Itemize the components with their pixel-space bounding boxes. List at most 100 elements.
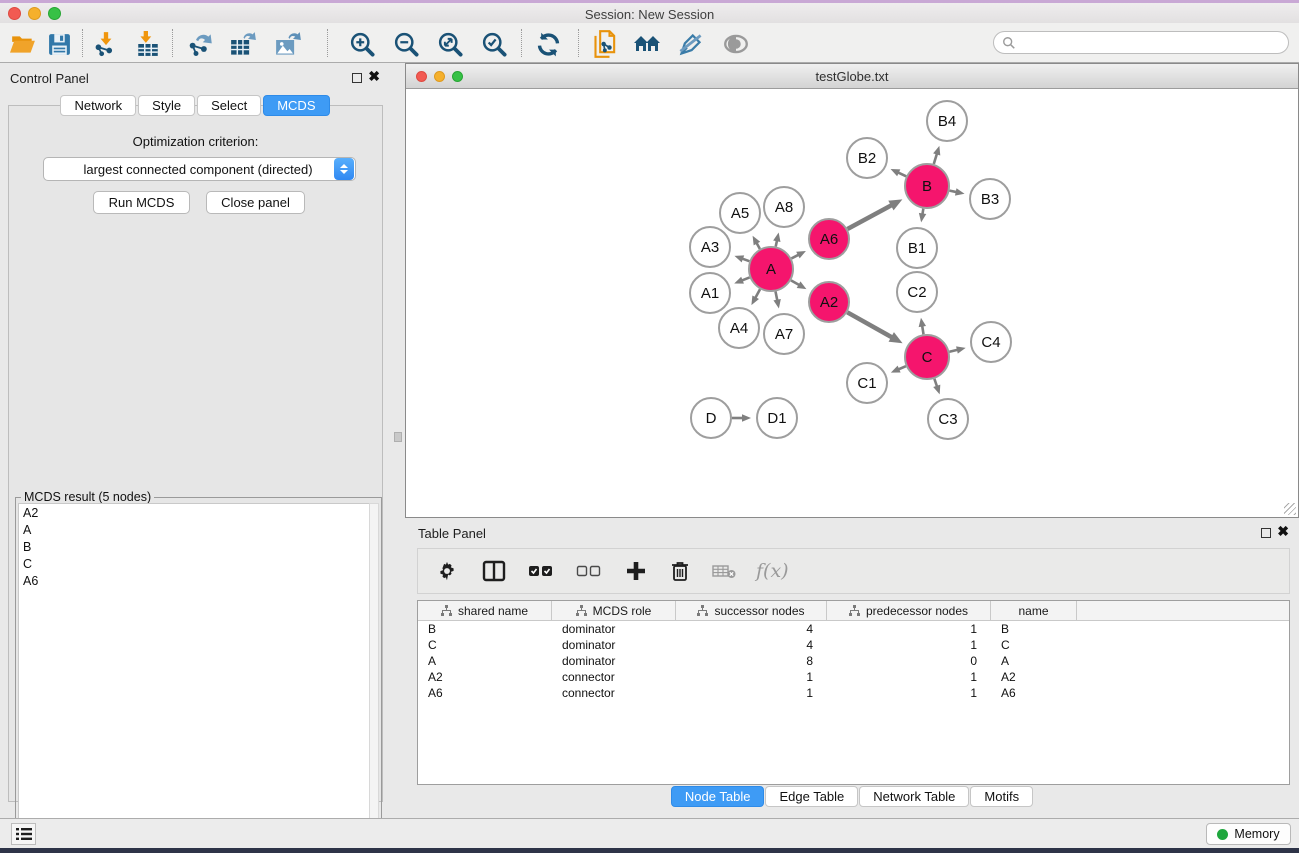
refresh-view-button[interactable] <box>534 30 562 58</box>
export-table-button[interactable] <box>229 30 257 58</box>
network-window-titlebar[interactable]: testGlobe.txt <box>406 64 1298 89</box>
cell-shared-name[interactable]: A <box>418 653 552 669</box>
toggle-column-view-button[interactable] <box>482 556 506 586</box>
zoom-in-button[interactable] <box>348 30 376 58</box>
node-label-A6: A6 <box>820 231 838 248</box>
cell-shared-name[interactable]: B <box>418 621 552 637</box>
cell-name[interactable]: B <box>991 621 1077 637</box>
table-row[interactable]: Bdominator41B <box>418 621 1289 637</box>
zoom-fit-button[interactable] <box>436 30 464 58</box>
float-table-panel-icon[interactable] <box>1261 528 1271 538</box>
mcds-result-list[interactable]: A2ABCA6 <box>18 503 371 838</box>
zoom-selected-button[interactable] <box>480 30 508 58</box>
table-row[interactable]: Cdominator41C <box>418 637 1289 653</box>
cell-predecessor-nodes[interactable]: 1 <box>827 685 991 701</box>
home-layout-button[interactable] <box>633 30 661 58</box>
add-row-button[interactable] <box>626 556 646 586</box>
search-input[interactable] <box>993 31 1289 54</box>
namespace-tree-icon <box>576 605 587 616</box>
column-header-predecessor-nodes[interactable]: predecessor nodes <box>827 601 991 620</box>
tab-network-table[interactable]: Network Table <box>859 786 969 807</box>
resize-grip-icon[interactable] <box>1284 503 1296 515</box>
node-table[interactable]: shared nameMCDS rolesuccessor nodesprede… <box>417 600 1290 785</box>
mcds-result-item[interactable]: A6 <box>19 572 370 589</box>
cell-MCDS-role[interactable]: dominator <box>552 637 676 653</box>
mcds-result-item[interactable]: B <box>19 538 370 555</box>
tab-node-table[interactable]: Node Table <box>671 786 765 807</box>
edge-A2-C[interactable] <box>847 312 893 338</box>
cell-shared-name[interactable]: C <box>418 637 552 653</box>
cell-shared-name[interactable]: A6 <box>418 685 552 701</box>
criterion-select[interactable]: largest connected component (directed) <box>43 157 356 181</box>
import-table-button[interactable] <box>134 30 162 58</box>
cell-predecessor-nodes[interactable]: 1 <box>827 669 991 685</box>
tab-style[interactable]: Style <box>138 95 195 116</box>
cell-MCDS-role[interactable]: connector <box>552 669 676 685</box>
edge-A6-B[interactable] <box>847 205 892 229</box>
cell-name[interactable]: A2 <box>991 669 1077 685</box>
tab-motifs[interactable]: Motifs <box>970 786 1033 807</box>
memory-button[interactable]: Memory <box>1206 823 1291 845</box>
tab-select[interactable]: Select <box>197 95 261 116</box>
column-header-MCDS-role[interactable]: MCDS role <box>552 601 676 620</box>
cell-successor-nodes[interactable]: 4 <box>676 637 827 653</box>
hide-graphics-details-button[interactable] <box>676 30 704 58</box>
network-graph[interactable]: AA1A2A3A4A5A6A7A8BB1B2B3B4CC1C2C3C4DD1 <box>406 89 1298 513</box>
column-settings-gear-button[interactable] <box>436 556 458 586</box>
cell-name[interactable]: A <box>991 653 1077 669</box>
column-header-shared-name[interactable]: shared name <box>418 601 552 620</box>
result-scrollbar[interactable] <box>369 503 379 838</box>
table-panel: Table Panel ✖ <box>405 518 1299 818</box>
cell-successor-nodes[interactable]: 1 <box>676 685 827 701</box>
edge-arrow-icon <box>773 299 780 309</box>
deselect-all-checkboxes-button[interactable] <box>576 556 602 586</box>
table-row[interactable]: Adominator80A <box>418 653 1289 669</box>
show-graphics-details-button[interactable] <box>722 30 750 58</box>
cell-predecessor-nodes[interactable]: 1 <box>827 621 991 637</box>
cell-MCDS-role[interactable]: connector <box>552 685 676 701</box>
save-session-button[interactable] <box>45 30 73 58</box>
network-canvas[interactable]: AA1A2A3A4A5A6A7A8BB1B2B3B4CC1C2C3C4DD1 <box>406 89 1298 513</box>
tab-mcds[interactable]: MCDS <box>263 95 329 116</box>
mcds-result-item[interactable]: A2 <box>19 504 370 521</box>
table-row[interactable]: A6connector11A6 <box>418 685 1289 701</box>
cell-name[interactable]: C <box>991 637 1077 653</box>
main-titlebar[interactable]: Session: New Session <box>0 3 1299 23</box>
node-label-A4: A4 <box>730 320 748 337</box>
float-panel-icon[interactable] <box>352 73 362 83</box>
export-network-button[interactable] <box>186 30 214 58</box>
vertical-split-handle[interactable] <box>394 432 402 442</box>
delete-row-button[interactable] <box>670 556 690 586</box>
tab-edge-table[interactable]: Edge Table <box>765 786 858 807</box>
column-header-filler <box>1077 601 1289 620</box>
close-panel-icon[interactable]: ✖ <box>368 68 380 85</box>
cell-MCDS-role[interactable]: dominator <box>552 621 676 637</box>
tab-network[interactable]: Network <box>60 95 136 116</box>
close-panel-button[interactable]: Close panel <box>206 191 305 214</box>
select-all-checkboxes-button[interactable] <box>528 556 554 586</box>
run-mcds-button[interactable]: Run MCDS <box>93 191 190 214</box>
delete-table-button[interactable] <box>712 556 736 586</box>
column-header-successor-nodes[interactable]: successor nodes <box>676 601 827 620</box>
export-image-button[interactable] <box>274 30 302 58</box>
table-row[interactable]: A2connector11A2 <box>418 669 1289 685</box>
function-builder-button[interactable]: f(x) <box>756 556 789 586</box>
show-panels-list-button[interactable] <box>11 823 36 845</box>
zoom-out-button[interactable] <box>392 30 420 58</box>
mcds-result-item[interactable]: A <box>19 521 370 538</box>
cell-successor-nodes[interactable]: 4 <box>676 621 827 637</box>
cell-shared-name[interactable]: A2 <box>418 669 552 685</box>
mcds-result-item[interactable]: C <box>19 555 370 572</box>
cell-successor-nodes[interactable]: 8 <box>676 653 827 669</box>
cell-MCDS-role[interactable]: dominator <box>552 653 676 669</box>
open-session-button[interactable] <box>9 30 37 58</box>
cell-name[interactable]: A6 <box>991 685 1077 701</box>
import-network-button[interactable] <box>92 30 120 58</box>
cell-successor-nodes[interactable]: 1 <box>676 669 827 685</box>
duplicate-network-button[interactable] <box>592 30 620 58</box>
cell-predecessor-nodes[interactable]: 1 <box>827 637 991 653</box>
close-table-panel-icon[interactable]: ✖ <box>1277 523 1289 540</box>
node-label-A: A <box>766 261 776 278</box>
cell-predecessor-nodes[interactable]: 0 <box>827 653 991 669</box>
column-header-name[interactable]: name <box>991 601 1077 620</box>
